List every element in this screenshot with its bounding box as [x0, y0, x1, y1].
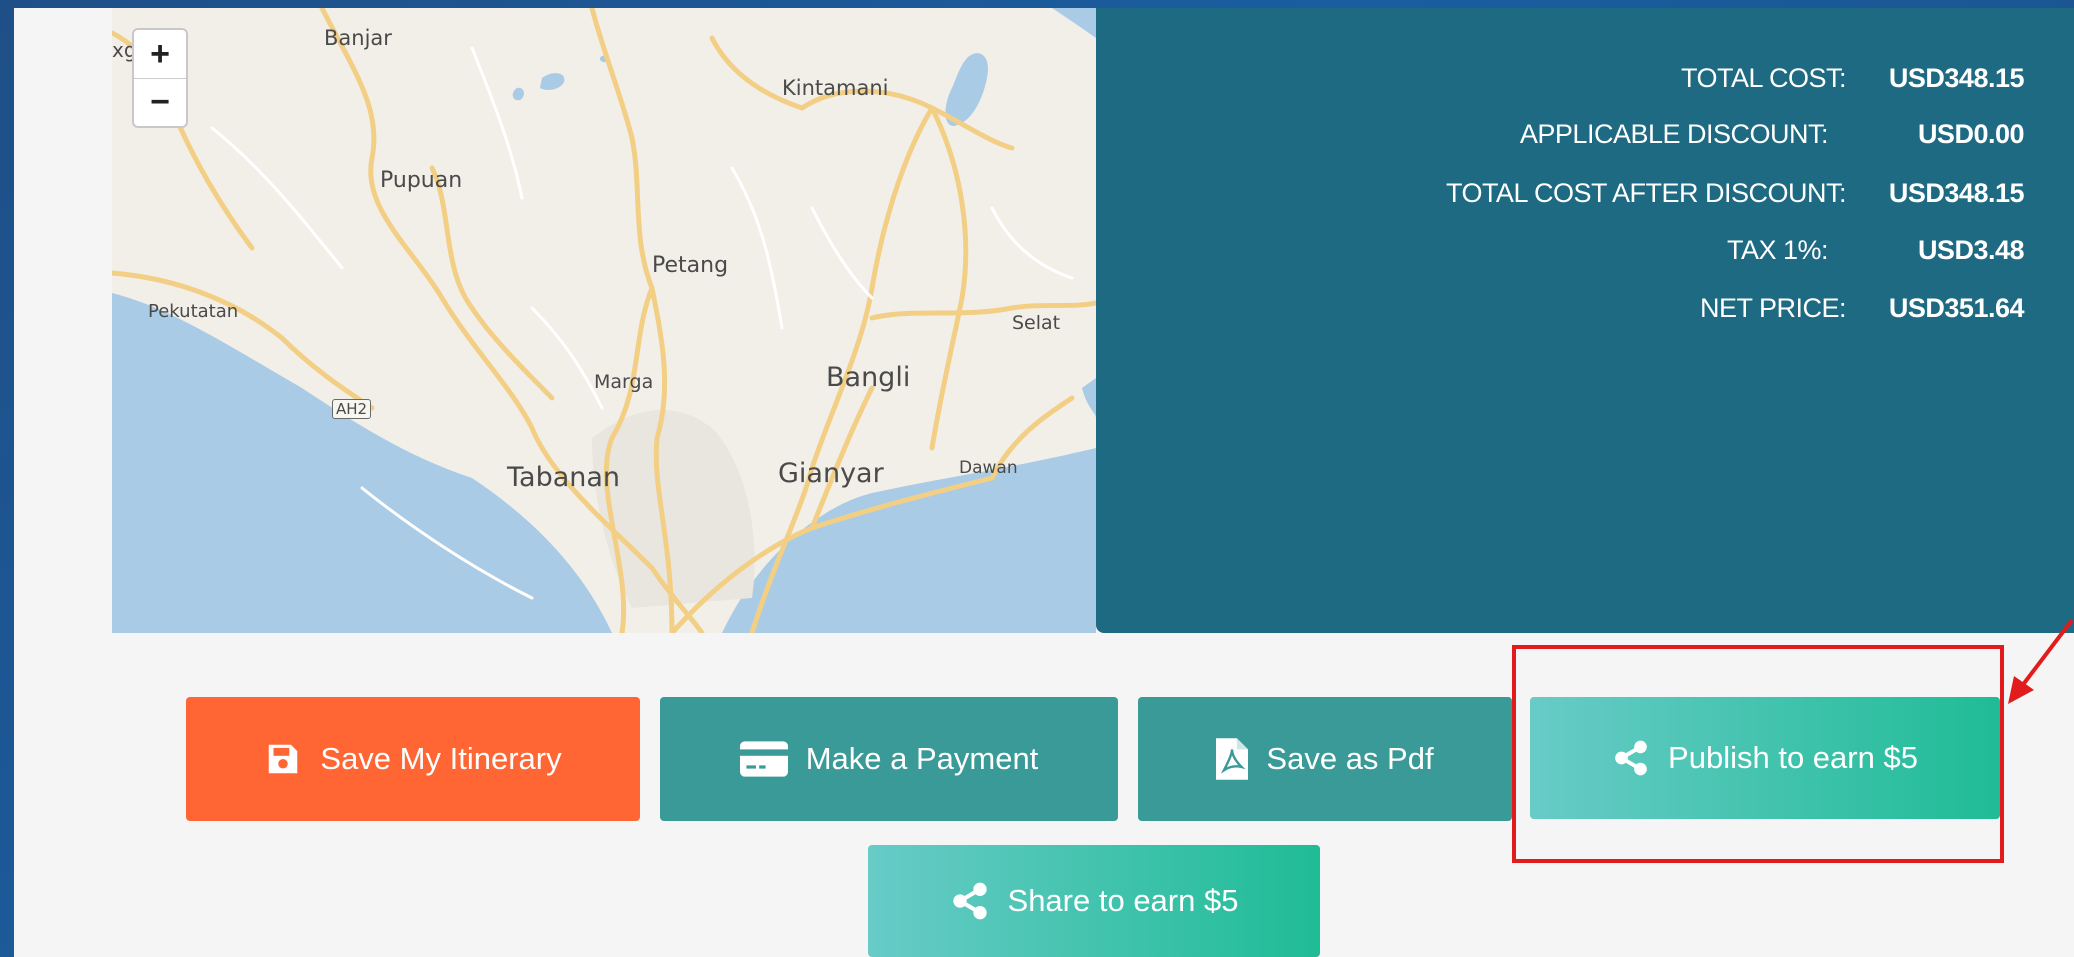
summary-label: TAX 1%: — [1726, 235, 1829, 265]
make-payment-label: Make a Payment — [805, 741, 1039, 776]
summary-value: USD3.48 — [1917, 235, 2025, 265]
map-label-marga: Marga — [594, 371, 654, 393]
summary-value: USD0.00 — [1917, 119, 2025, 149]
map-label-kintamani: Kintamani — [782, 76, 889, 100]
map-label-dawan: Dawan — [959, 458, 1018, 478]
summary-label: TOTAL COST: — [1680, 63, 1847, 93]
summary-value: USD351.64 — [1888, 293, 2025, 323]
map-label-gianyar: Gianyar — [778, 458, 884, 489]
summary-label: NET PRICE: — [1699, 293, 1847, 323]
map-zoom-control: + − — [132, 28, 188, 128]
summary-row-discount: APPLICABLE DISCOUNT: USD0.00 — [1519, 119, 2025, 150]
share-icon — [952, 882, 987, 920]
annotation-highlight-box — [1512, 645, 2004, 863]
map-label-selat: Selat — [1012, 312, 1061, 334]
share-label: Share to earn $5 — [1007, 883, 1239, 918]
map-tiles — [112, 8, 1096, 633]
credit-card-icon — [739, 741, 788, 777]
cost-summary-panel: TOTAL COST: USD348.15 APPLICABLE DISCOUN… — [1096, 8, 2074, 633]
summary-row-tax: TAX 1%: USD3.48 — [1726, 235, 2025, 266]
save-pdf-button[interactable]: Save as Pdf — [1138, 697, 1512, 821]
map-label-petang: Petang — [652, 253, 729, 278]
map-label-pupuan: Pupuan — [380, 168, 463, 193]
summary-label: TOTAL COST AFTER DISCOUNT: — [1445, 178, 1847, 208]
save-pdf-label: Save as Pdf — [1266, 741, 1434, 776]
map-label-pekutatan: Pekutatan — [148, 301, 239, 322]
summary-row-after-discount: TOTAL COST AFTER DISCOUNT: USD348.15 — [1445, 178, 2025, 209]
summary-label: APPLICABLE DISCOUNT: — [1519, 119, 1829, 149]
page-frame: xg Banjar Kintamani Pupuan Petang Pekuta… — [14, 8, 2074, 957]
summary-value: USD348.15 — [1888, 63, 2025, 93]
summary-row-total-cost: TOTAL COST: USD348.15 — [1680, 63, 2025, 94]
save-itinerary-label: Save My Itinerary — [320, 741, 562, 776]
save-itinerary-button[interactable]: Save My Itinerary — [186, 697, 640, 821]
red-arrow-icon — [2008, 618, 2074, 704]
map-label-bangli: Bangli — [826, 362, 911, 393]
map-label-tabanan: Tabanan — [507, 462, 621, 493]
zoom-out-button[interactable]: − — [134, 78, 186, 126]
zoom-in-button[interactable]: + — [134, 30, 186, 78]
summary-value: USD348.15 — [1888, 178, 2025, 208]
pdf-file-icon — [1216, 738, 1249, 780]
floppy-disk-icon — [269, 744, 298, 774]
map-label-ah2: AH2 — [332, 399, 372, 419]
map-label-banjar: Banjar — [324, 26, 392, 50]
summary-row-net-price: NET PRICE: USD351.64 — [1699, 293, 2025, 324]
share-button[interactable]: Share to earn $5 — [868, 845, 1320, 957]
map[interactable]: xg Banjar Kintamani Pupuan Petang Pekuta… — [112, 8, 1096, 633]
make-payment-button[interactable]: Make a Payment — [660, 697, 1118, 821]
